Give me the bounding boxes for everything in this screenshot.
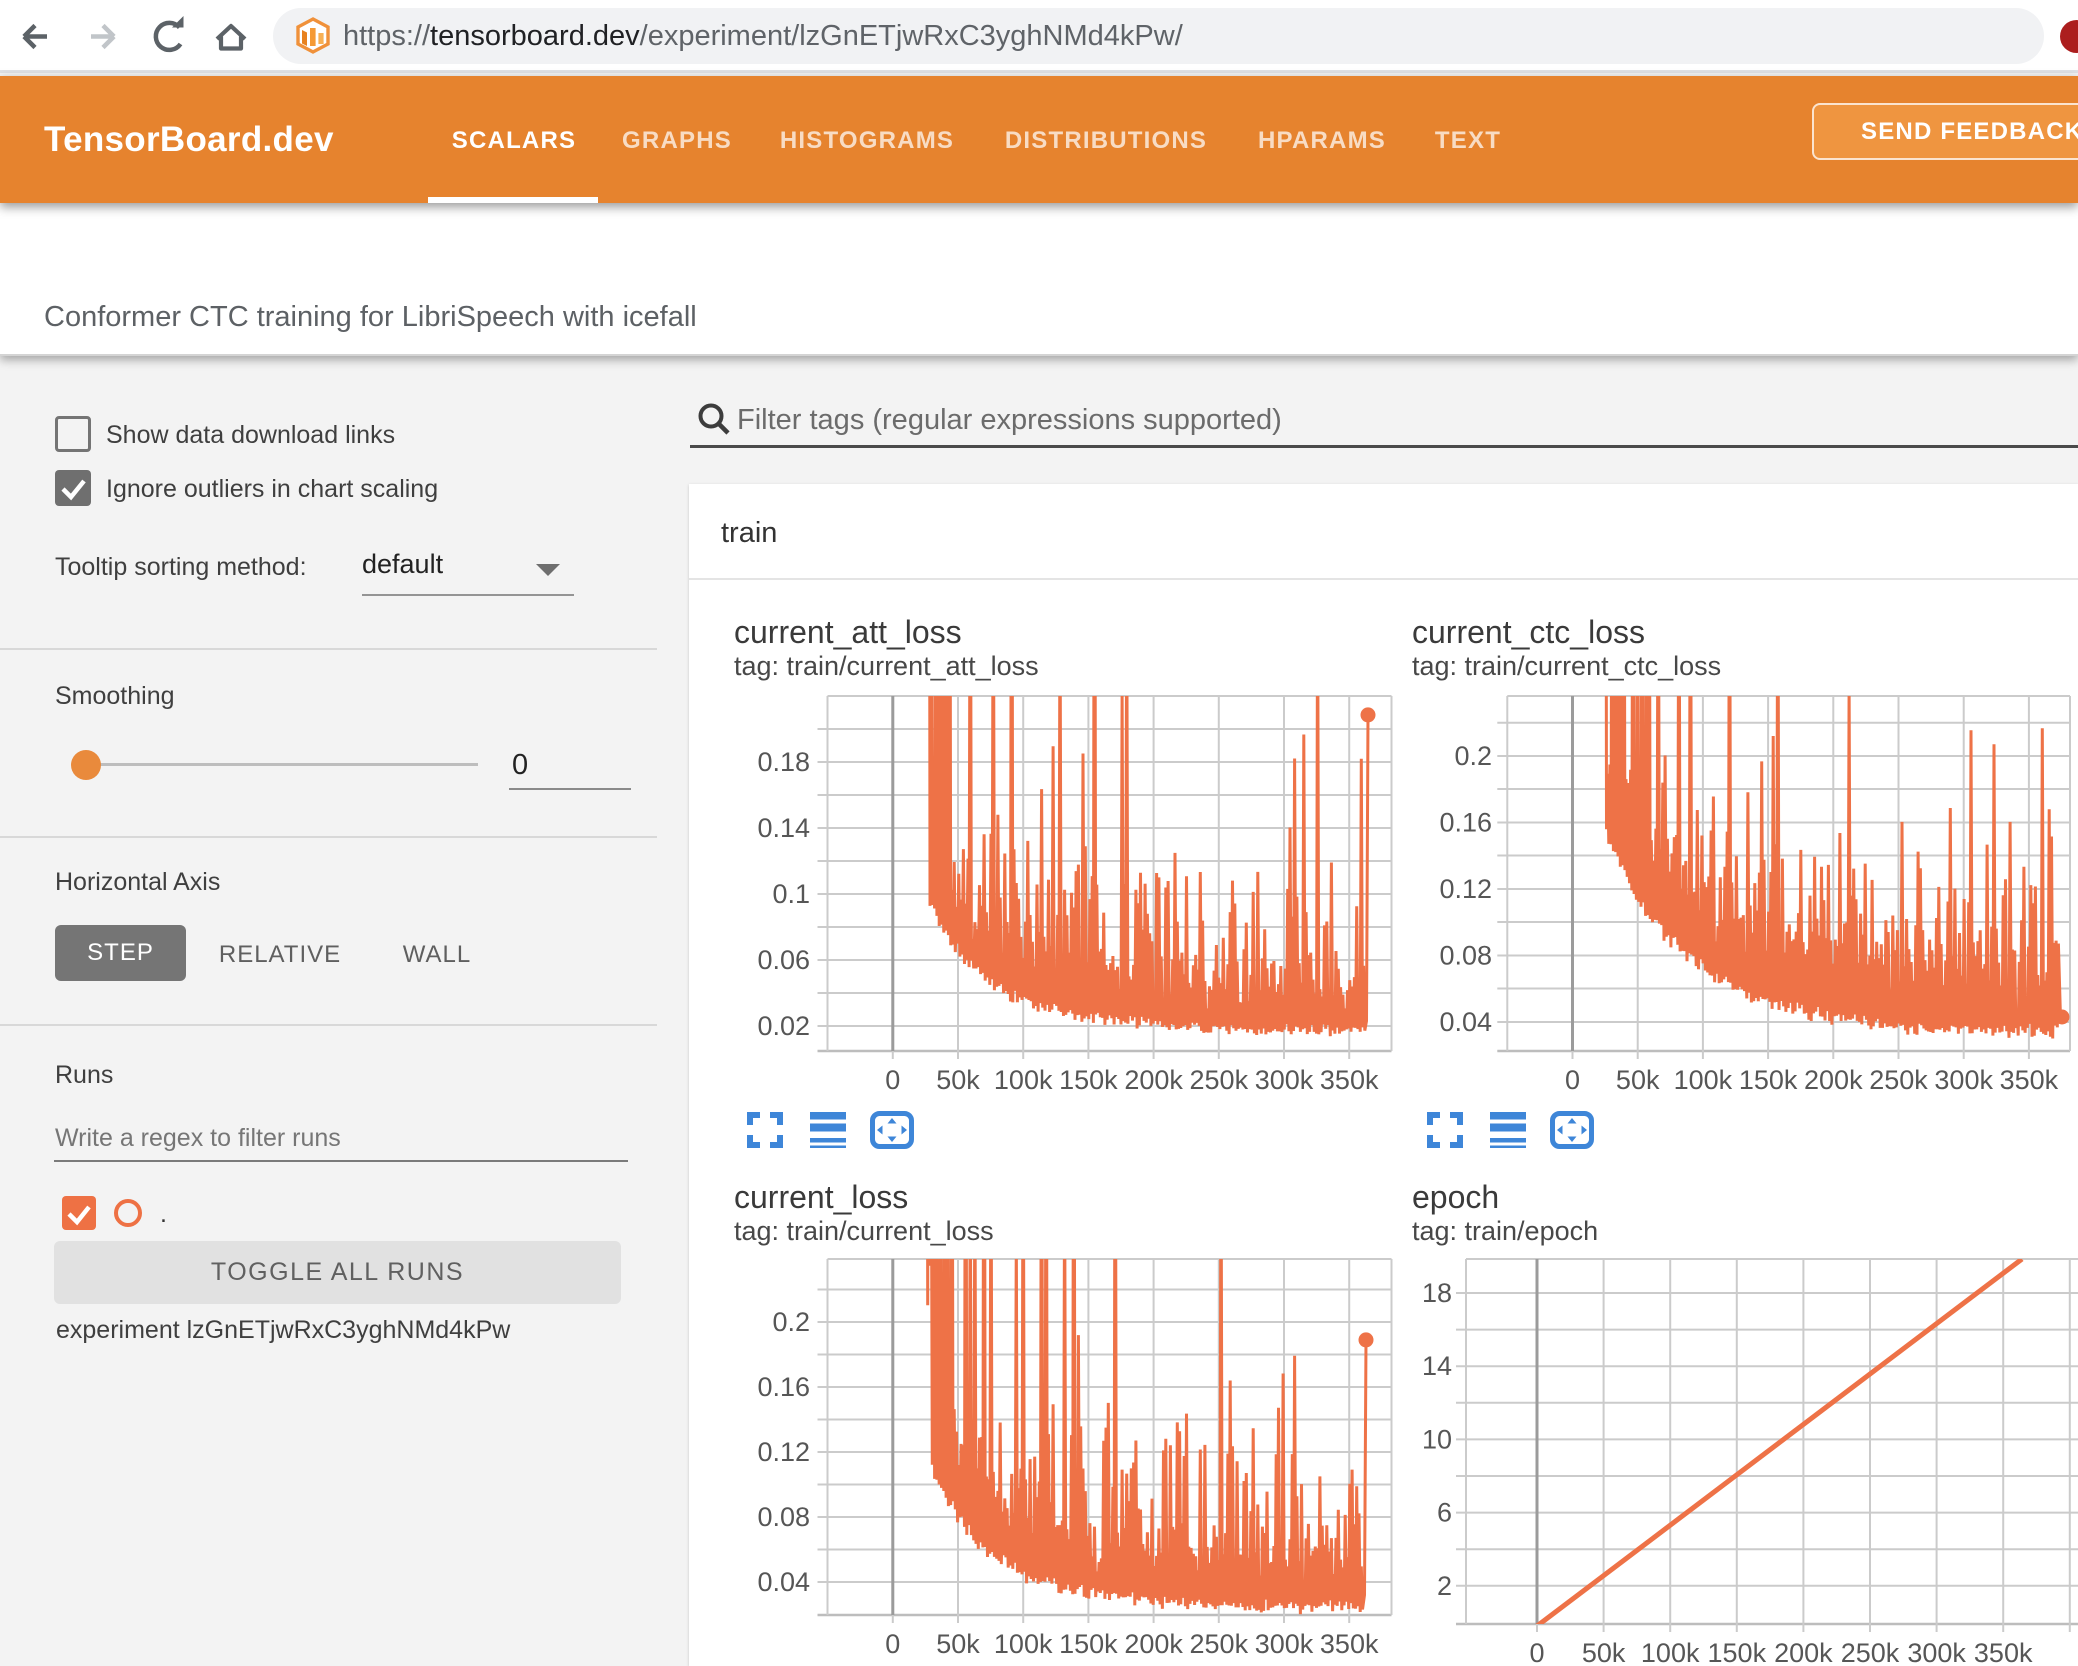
svg-text:200k: 200k [1124,1629,1183,1659]
svg-text:0: 0 [885,1065,900,1095]
svg-text:6: 6 [1437,1498,1452,1528]
svg-text:current_ctc_loss: current_ctc_loss [1412,614,1645,650]
svg-text:2: 2 [1437,1571,1452,1601]
svg-text:300k: 300k [1934,1065,1993,1095]
svg-text:18: 18 [1422,1278,1452,1308]
svg-text:0.12: 0.12 [1439,874,1492,904]
svg-text:250k: 250k [1190,1629,1249,1659]
svg-text:0.16: 0.16 [1439,808,1492,838]
svg-text:14: 14 [1422,1351,1452,1381]
svg-text:epoch: epoch [1412,1179,1499,1215]
svg-text:10: 10 [1422,1424,1452,1454]
svg-text:150k: 150k [1739,1065,1798,1095]
svg-text:50k: 50k [1616,1065,1660,1095]
svg-text:150k: 150k [1708,1638,1767,1666]
svg-text:0.2: 0.2 [772,1307,810,1337]
svg-text:50k: 50k [936,1629,980,1659]
svg-text:250k: 250k [1869,1065,1928,1095]
svg-text:250k: 250k [1190,1065,1249,1095]
svg-text:0.2: 0.2 [1454,741,1492,771]
svg-text:0.16: 0.16 [757,1372,810,1402]
svg-text:0.02: 0.02 [757,1011,810,1041]
svg-text:0: 0 [1565,1065,1580,1095]
svg-text:0.04: 0.04 [757,1567,810,1597]
svg-text:current_loss: current_loss [734,1179,908,1215]
svg-text:200k: 200k [1774,1638,1833,1666]
svg-text:100k: 100k [994,1629,1053,1659]
svg-text:350k: 350k [1320,1629,1379,1659]
svg-text:50k: 50k [1582,1638,1626,1666]
svg-text:0.06: 0.06 [757,945,810,975]
svg-text:250k: 250k [1841,1638,1900,1666]
svg-text:0: 0 [1529,1638,1544,1666]
svg-text:0.04: 0.04 [1439,1007,1492,1037]
svg-text:tag: train/current_att_loss: tag: train/current_att_loss [734,651,1039,681]
svg-text:350k: 350k [2000,1065,2059,1095]
svg-text:0.08: 0.08 [1439,941,1492,971]
svg-text:0: 0 [885,1629,900,1659]
svg-text:tag: train/current_ctc_loss: tag: train/current_ctc_loss [1412,651,1721,681]
svg-text:350k: 350k [1320,1065,1379,1095]
svg-text:200k: 200k [1124,1065,1183,1095]
svg-text:0.08: 0.08 [757,1502,810,1532]
svg-text:150k: 150k [1059,1629,1118,1659]
svg-text:100k: 100k [1674,1065,1733,1095]
svg-text:300k: 300k [1255,1629,1314,1659]
svg-text:0.18: 0.18 [757,747,810,777]
svg-text:300k: 300k [1907,1638,1966,1666]
svg-text:0.1: 0.1 [772,879,810,909]
svg-text:150k: 150k [1059,1065,1118,1095]
svg-text:300k: 300k [1255,1065,1314,1095]
svg-text:current_att_loss: current_att_loss [734,614,962,650]
svg-text:100k: 100k [1641,1638,1700,1666]
svg-text:350k: 350k [1974,1638,2033,1666]
svg-text:200k: 200k [1804,1065,1863,1095]
svg-text:0.14: 0.14 [757,813,810,843]
svg-text:100k: 100k [994,1065,1053,1095]
svg-text:0.12: 0.12 [757,1437,810,1467]
svg-text:tag: train/current_loss: tag: train/current_loss [734,1216,994,1246]
svg-text:50k: 50k [936,1065,980,1095]
svg-text:tag: train/epoch: tag: train/epoch [1412,1216,1598,1246]
